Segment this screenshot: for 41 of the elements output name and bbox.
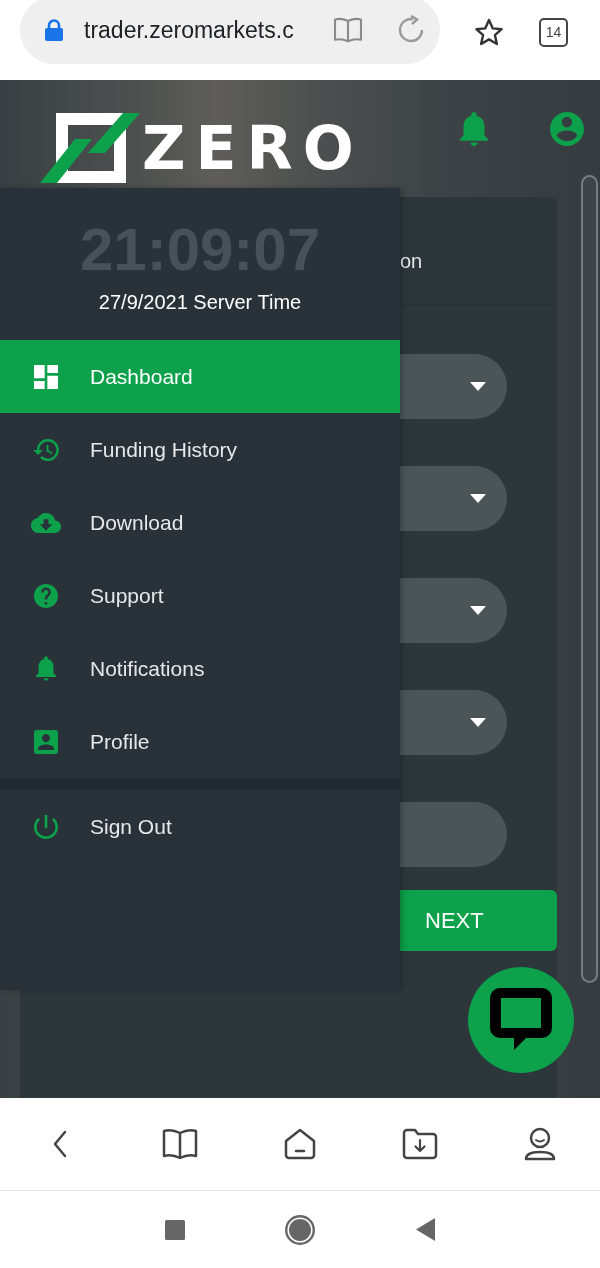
star-icon[interactable] [474,17,504,47]
server-date: 27/9/2021 Server Time [98,290,302,314]
profile-card-icon [33,729,58,754]
help-icon [33,583,58,608]
user-icon[interactable] [524,1127,556,1161]
caret-down-icon [470,718,486,727]
lock-icon [45,19,63,41]
url-text: trader.zeromarkets.c [84,16,295,44]
home-circle-icon[interactable] [285,1214,315,1245]
menu-item[interactable]: Download [0,486,400,559]
logo-mark-icon [40,113,140,183]
back-triangle-icon[interactable] [415,1218,435,1241]
card-title: on [400,250,423,272]
menu-item[interactable]: Profile [0,705,400,778]
menu-item[interactable]: Sign Out [0,790,400,863]
logo-text: ZERO [142,113,364,183]
menu-item[interactable]: Funding History [0,413,400,486]
caret-down-icon [470,382,486,391]
select-field[interactable] [400,354,507,419]
folder-download-icon[interactable] [402,1128,438,1160]
caret-down-icon [470,606,486,615]
dashboard-icon [33,364,58,389]
input-field[interactable] [400,802,507,867]
chat-bubble-icon [490,988,552,1052]
bell-icon[interactable] [460,112,488,146]
bell-icon [35,656,56,681]
history-icon [32,438,59,461]
cloud-download-icon [30,512,61,533]
home-icon[interactable] [283,1127,317,1161]
menu-item[interactable]: Notifications [0,632,400,705]
select-field[interactable] [400,690,507,755]
power-icon [33,814,58,839]
select-field[interactable] [400,466,507,531]
menu-item[interactable]: Support [0,559,400,632]
caret-down-icon [470,494,486,503]
back-icon[interactable] [53,1130,67,1158]
recents-square-icon[interactable] [165,1219,185,1240]
tab-count-button[interactable]: 14 [539,17,568,47]
scrollbar-thumb[interactable] [581,175,598,983]
select-field[interactable] [400,578,507,643]
book-icon[interactable] [162,1128,198,1160]
